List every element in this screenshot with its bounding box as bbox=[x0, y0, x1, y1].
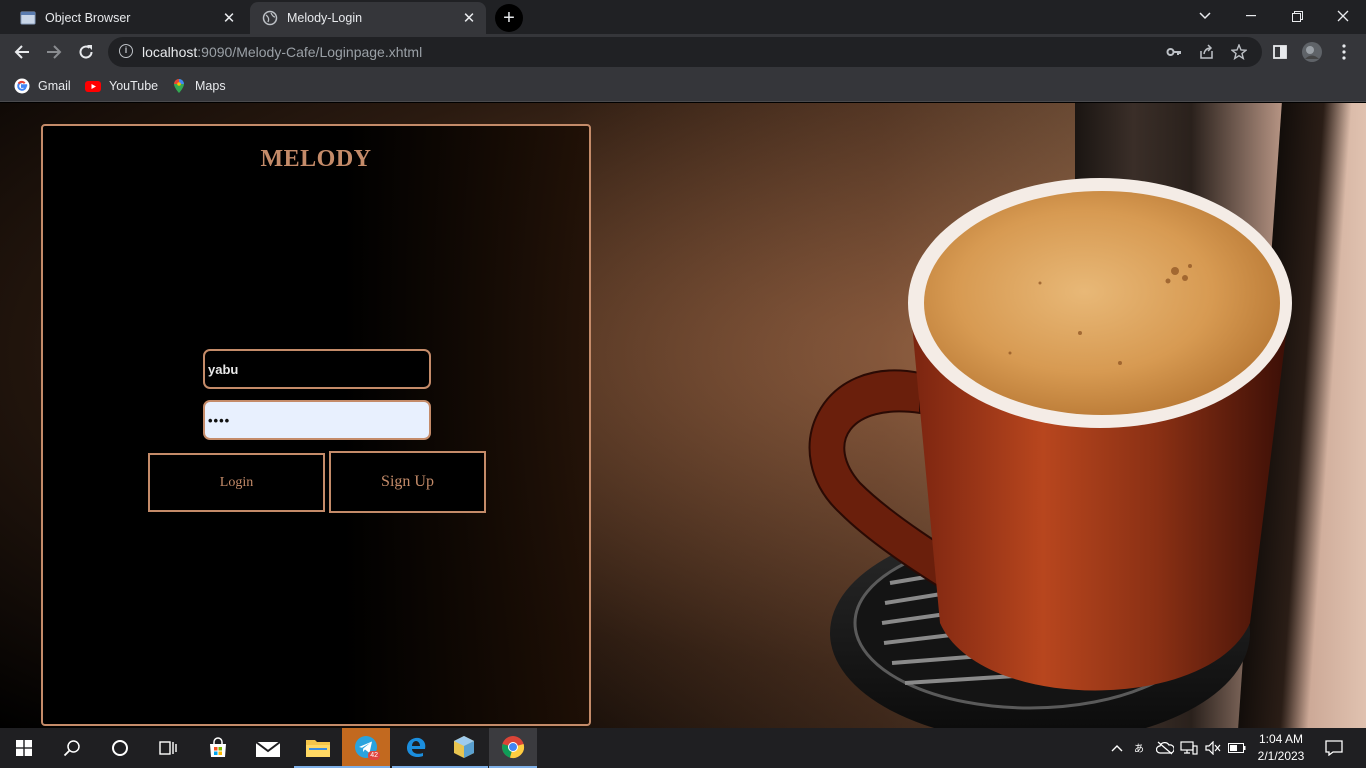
minimize-icon[interactable] bbox=[1228, 0, 1274, 32]
new-tab-button[interactable]: + bbox=[495, 4, 523, 32]
login-button[interactable]: Login bbox=[148, 453, 325, 512]
bookmark-label: Gmail bbox=[38, 79, 71, 93]
coffee-cup-image bbox=[808, 178, 1292, 728]
share-icon[interactable] bbox=[1198, 43, 1216, 61]
clock-date: 2/1/2023 bbox=[1257, 749, 1305, 763]
close-window-icon[interactable] bbox=[1320, 0, 1366, 32]
youtube-icon bbox=[85, 81, 101, 92]
page-viewport: MELODY yabu •••• Login Sign Up bbox=[0, 103, 1366, 728]
bookmark-maps[interactable]: Maps bbox=[171, 76, 226, 96]
reload-icon[interactable] bbox=[72, 38, 100, 66]
bookmark-label: Maps bbox=[195, 79, 226, 93]
microsoft-store-icon[interactable] bbox=[194, 728, 242, 768]
key-icon[interactable] bbox=[1165, 43, 1183, 61]
netbeans-icon[interactable] bbox=[440, 728, 488, 768]
file-explorer-icon[interactable] bbox=[294, 728, 342, 768]
windows-taskbar: 42 あ 1:04 AM 2/1/2023 bbox=[0, 728, 1366, 768]
menu-kebab-icon[interactable] bbox=[1332, 40, 1356, 64]
side-panel-icon[interactable] bbox=[1268, 40, 1292, 64]
restore-icon[interactable] bbox=[1274, 0, 1320, 32]
globe-icon bbox=[262, 10, 278, 26]
maps-icon bbox=[174, 79, 184, 93]
bookmark-gmail[interactable]: Gmail bbox=[14, 76, 71, 96]
browser-toolbar: i localhost:9090/Melody-Cafe/Loginpage.x… bbox=[0, 34, 1366, 70]
password-input[interactable]: •••• bbox=[203, 400, 431, 440]
tab-melody-login[interactable]: Melody-Login ✕ bbox=[250, 2, 486, 34]
mail-icon[interactable] bbox=[244, 728, 292, 768]
network-icon[interactable] bbox=[1180, 740, 1198, 756]
volume-muted-icon[interactable] bbox=[1204, 740, 1222, 756]
input-method-icon[interactable]: あ bbox=[1132, 740, 1150, 756]
telegram-icon[interactable]: 42 bbox=[342, 728, 390, 768]
clock-time: 1:04 AM bbox=[1258, 732, 1304, 746]
battery-icon[interactable] bbox=[1228, 740, 1246, 756]
tab-object-browser[interactable]: Object Browser ✕ bbox=[8, 2, 246, 34]
task-view-icon[interactable] bbox=[144, 728, 192, 768]
close-tab-icon[interactable]: ✕ bbox=[220, 9, 238, 27]
system-clock[interactable]: 1:04 AM 2/1/2023 bbox=[1250, 731, 1312, 765]
forward-icon[interactable] bbox=[40, 38, 68, 66]
onedrive-offline-icon[interactable] bbox=[1156, 740, 1174, 756]
login-panel: MELODY yabu •••• Login Sign Up bbox=[41, 124, 591, 726]
search-icon[interactable] bbox=[48, 728, 96, 768]
tab-search-icon[interactable] bbox=[1182, 0, 1228, 32]
back-icon[interactable] bbox=[8, 38, 36, 66]
tab-title: Object Browser bbox=[45, 11, 131, 25]
signup-button[interactable]: Sign Up bbox=[329, 451, 486, 513]
brand-title: MELODY bbox=[260, 146, 372, 172]
tab-strip: Object Browser ✕ Melody-Login ✕ + bbox=[0, 0, 1366, 34]
tray-chevron-icon[interactable] bbox=[1108, 740, 1126, 756]
cortana-icon[interactable] bbox=[96, 728, 144, 768]
google-icon bbox=[14, 78, 30, 94]
windows-start-icon[interactable] bbox=[0, 728, 48, 768]
action-center-icon[interactable] bbox=[1324, 740, 1344, 756]
page-icon bbox=[20, 11, 36, 25]
site-info-icon[interactable]: i bbox=[119, 44, 133, 58]
svg-text:あ: あ bbox=[1134, 743, 1144, 755]
url-text[interactable]: localhost:9090/Melody-Cafe/Loginpage.xht… bbox=[142, 44, 422, 60]
close-tab-icon[interactable]: ✕ bbox=[460, 9, 478, 27]
notification-badge: 42 bbox=[368, 751, 380, 760]
tab-title: Melody-Login bbox=[287, 11, 363, 25]
address-bar[interactable]: i localhost:9090/Melody-Cafe/Loginpage.x… bbox=[108, 37, 1262, 67]
username-input[interactable]: yabu bbox=[203, 349, 431, 389]
profile-avatar[interactable] bbox=[1300, 40, 1324, 64]
bookmark-star-icon[interactable] bbox=[1230, 43, 1248, 61]
edge-icon[interactable] bbox=[392, 728, 440, 768]
chrome-icon[interactable] bbox=[489, 728, 537, 768]
bookmark-youtube[interactable]: YouTube bbox=[85, 76, 158, 96]
bookmark-label: YouTube bbox=[109, 79, 159, 93]
bookmarks-bar: Gmail YouTube Maps bbox=[0, 70, 1366, 102]
